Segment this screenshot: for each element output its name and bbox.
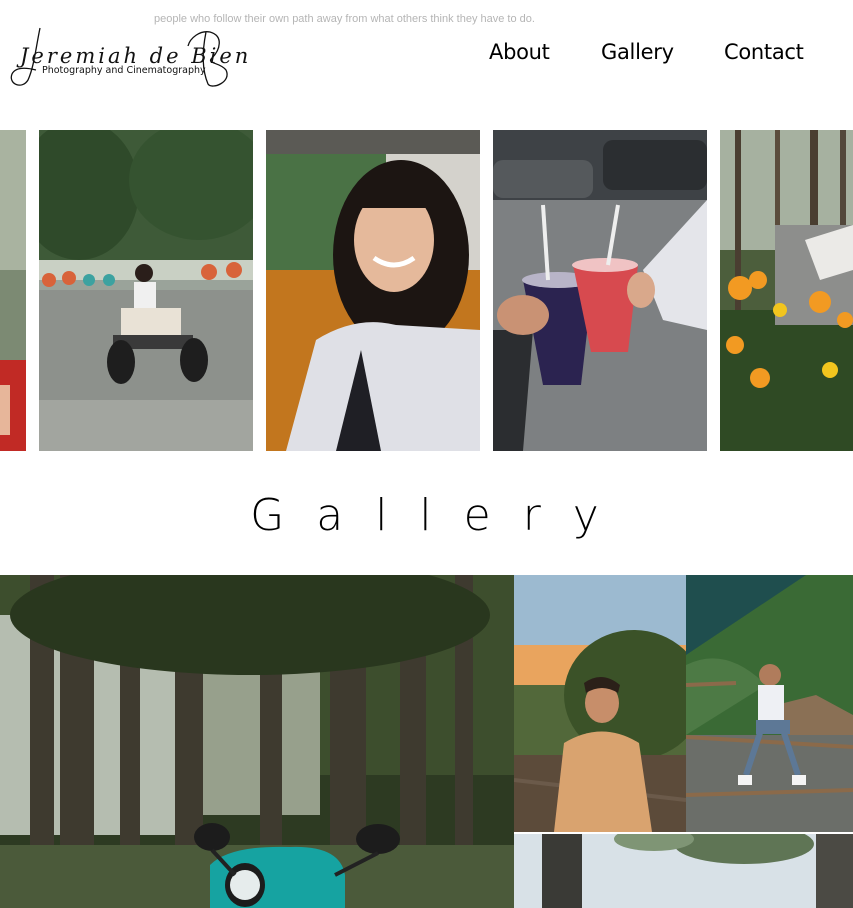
nav-gallery[interactable]: Gallery [601,40,674,64]
gallery-heading: Gallery [250,490,631,541]
carousel-photo [39,130,253,451]
nav-about[interactable]: About [489,40,550,64]
carousel-slide-2[interactable] [39,130,253,451]
main-nav: About Gallery Contact [0,40,853,70]
photo-carousel[interactable] [0,130,853,451]
carousel-photo [266,130,480,451]
carousel-slide-4[interactable] [493,130,707,451]
carousel-photo [493,130,707,451]
gallery-item-2[interactable] [514,575,686,832]
carousel-photo [720,130,853,451]
gallery-photo [514,834,853,908]
carousel-slide-1[interactable] [0,130,26,451]
gallery-item-1[interactable] [0,575,514,908]
gallery-item-4[interactable] [514,834,853,908]
gallery-photo [686,575,853,832]
gallery-photo [0,575,514,908]
gallery-item-3[interactable] [686,575,853,832]
nav-contact[interactable]: Contact [724,40,804,64]
carousel-slide-5[interactable] [720,130,853,451]
page: people who follow their own path away fr… [0,0,853,908]
carousel-slide-3[interactable] [266,130,480,451]
gallery-photo [514,575,686,832]
carousel-photo [0,130,26,451]
